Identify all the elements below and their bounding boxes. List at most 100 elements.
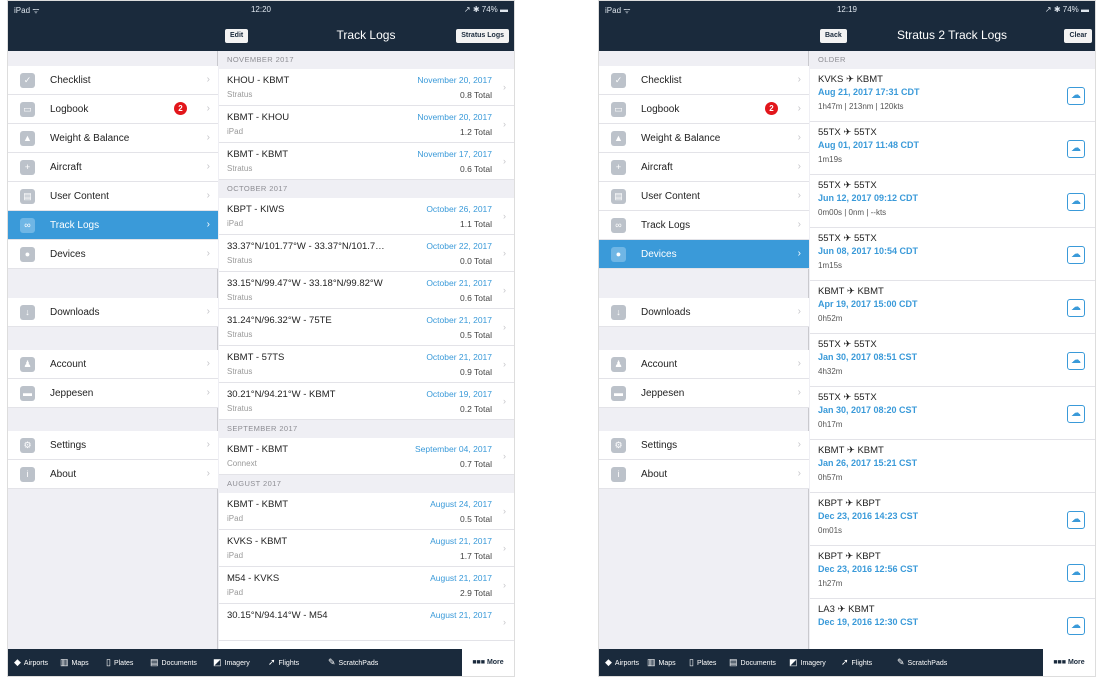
stratus-log-row[interactable]: KBMT ✈ KBMT Jan 26, 2017 15:21 CST 0h57m — [810, 440, 1095, 493]
stratus-log-row[interactable]: 55TX ✈ 55TX Jun 12, 2017 09:12 CDT 0m00s |… — [810, 175, 1095, 228]
chevron-right-icon: › — [503, 248, 506, 258]
log-source: iPad — [227, 588, 244, 597]
track-log-row[interactable]: 31.24°N/96.32°W - 75TE October 21, 2017 St… — [219, 309, 514, 346]
cloud-download-icon[interactable]: ☁ — [1067, 246, 1085, 264]
tab-flights[interactable]: ➚ Flights — [268, 657, 299, 668]
tab-flights[interactable]: ➚ Flights — [841, 657, 872, 668]
stratus-log-row[interactable]: KBMT ✈ KBMT Apr 19, 2017 15:00 CDT 0h52m ☁ — [810, 281, 1095, 334]
log-route: KBMT - KBMT — [227, 499, 289, 510]
stratus-log-row[interactable]: 55TX ✈ 55TX Aug 01, 2017 11:48 CDT 1m19s ☁ — [810, 122, 1095, 175]
log-route: LA3 ✈ KBMT — [818, 604, 875, 615]
track-log-row[interactable]: 30.21°N/94.21°W - KBMT October 19, 2017 St… — [219, 383, 514, 420]
tab-airports[interactable]: ◆ Airports — [605, 657, 639, 668]
track-log-row[interactable]: KVKS - KBMT August 21, 2017 iPad 1.7 Total › — [219, 530, 514, 567]
chevron-right-icon: › — [503, 322, 506, 332]
log-route: 55TX ✈ 55TX — [818, 180, 877, 191]
chevron-right-icon: › — [797, 387, 801, 398]
tab-plates[interactable]: ▯ Plates — [106, 657, 133, 668]
track-log-row[interactable]: KHOU - KBMT November 20, 2017 Stratus 0.8 T… — [219, 69, 514, 106]
cloud-download-icon[interactable]: ☁ — [1067, 193, 1085, 211]
sidebar-item-settings[interactable]: ⚙ Settings › — [599, 431, 809, 460]
sidebar-item-user-content[interactable]: ▤ User Content › — [599, 182, 809, 211]
chevron-right-icon: › — [206, 74, 210, 85]
tab-label: Flights — [851, 660, 873, 667]
track-log-row[interactable]: 30.15°N/94.14°W - M54 August 21, 2017 › — [219, 604, 514, 641]
stratus-log-row[interactable]: 55TX ✈ 55TX Jan 30, 2017 08:20 CST 0h17m ☁ — [810, 387, 1095, 440]
sidebar-item-track-logs[interactable]: ∞ Track Logs › — [8, 211, 218, 240]
log-total: 0.9 Total — [460, 367, 492, 377]
sidebar-item-aircraft[interactable]: + Aircraft › — [8, 153, 218, 182]
track-log-row[interactable]: KBPT - KIWS October 26, 2017 iPad 1.1 Total… — [219, 198, 514, 235]
track-log-row[interactable]: KBMT - 57TS October 21, 2017 Stratus 0.9 To… — [219, 346, 514, 383]
stratus-log-row[interactable]: KBPT ✈ KBPT Dec 23, 2016 12:56 CST 1h27m ☁ — [810, 546, 1095, 599]
sidebar-item-logbook[interactable]: ▭ Logbook 2 › — [8, 95, 218, 124]
chevron-right-icon: › — [797, 132, 801, 143]
log-datetime: Dec 19, 2016 12:30 CST — [818, 617, 919, 627]
tab-maps[interactable]: ▥ Maps — [647, 657, 676, 668]
sidebar-item-track-logs[interactable]: ∞ Track Logs › — [599, 211, 809, 240]
sidebar-item-weight-balance[interactable]: ▲ Weight & Balance › — [599, 124, 809, 153]
sidebar-item-label: Checklist — [641, 75, 682, 86]
sidebar-item-jeppesen[interactable]: ▬ Jeppesen › — [8, 379, 218, 408]
sidebar-item-checklist[interactable]: ✓ Checklist › — [599, 66, 809, 95]
track-log-row[interactable]: KBMT - KBMT August 24, 2017 iPad 0.5 Total › — [219, 493, 514, 530]
sidebar-item-about[interactable]: i About › — [8, 460, 218, 489]
sidebar-item-account[interactable]: ♟ Account › — [8, 350, 218, 379]
track-log-row[interactable]: 33.15°N/99.47°W - 33.18°N/99.82°W October… — [219, 272, 514, 309]
sidebar-item-settings[interactable]: ⚙ Settings › — [8, 431, 218, 460]
tab-scratchpads[interactable]: ✎ ScratchPads — [328, 657, 378, 668]
sidebar-item-weight-balance[interactable]: ▲ Weight & Balance › — [8, 124, 218, 153]
log-source: iPad — [227, 219, 244, 228]
jeppesen-icon: ▬ — [20, 386, 35, 401]
stratus-log-row[interactable]: KVKS ✈ KBMT Aug 21, 2017 17:31 CDT 1h47m |… — [810, 69, 1095, 122]
sidebar-item-devices[interactable]: ● Devices › — [599, 240, 809, 269]
tab-imagery[interactable]: ◩ Imagery — [213, 657, 250, 668]
tab-more[interactable]: ■■■ More — [462, 649, 514, 676]
tab-maps[interactable]: ▥ Maps — [60, 657, 89, 668]
sidebar-item-account[interactable]: ♟ Account › — [599, 350, 809, 379]
tab-scratchpads[interactable]: ✎ ScratchPads — [897, 657, 947, 668]
cloud-download-icon[interactable]: ☁ — [1067, 564, 1085, 582]
sidebar-item-jeppesen[interactable]: ▬ Jeppesen › — [599, 379, 809, 408]
sidebar-item-logbook[interactable]: ▭ Logbook 2 › — [599, 95, 809, 124]
clear-button[interactable]: Clear — [1064, 29, 1092, 43]
sidebar-item-downloads[interactable]: ↓ Downloads › — [599, 298, 809, 327]
track-log-row[interactable]: M54 - KVKS August 21, 2017 iPad 2.9 Total › — [219, 567, 514, 604]
track-log-row[interactable]: KBMT - KHOU November 20, 2017 iPad 1.2 Tota… — [219, 106, 514, 143]
sidebar-item-checklist[interactable]: ✓ Checklist › — [8, 66, 218, 95]
track-log-row[interactable]: KBMT - KBMT November 17, 2017 Stratus 0.6 T… — [219, 143, 514, 180]
cloud-download-icon[interactable]: ☁ — [1067, 511, 1085, 529]
stratus-log-row[interactable]: LA3 ✈ KBMT Dec 19, 2016 12:30 CST ☁ — [810, 599, 1095, 649]
stratus-log-list: OLDER KVKS ✈ KBMT Aug 21, 2017 17:31 CDT 1h… — [810, 51, 1095, 649]
tab-documents[interactable]: ▤ Documents — [150, 657, 197, 668]
cloud-download-icon[interactable]: ☁ — [1067, 352, 1085, 370]
tab-plates[interactable]: ▯ Plates — [689, 657, 716, 668]
track-log-row[interactable]: 33.37°N/101.77°W - 33.37°N/101.7… October… — [219, 235, 514, 272]
cloud-download-icon[interactable]: ☁ — [1067, 140, 1085, 158]
tab-more[interactable]: ■■■ More — [1043, 649, 1095, 676]
stratus-log-row[interactable]: 55TX ✈ 55TX Jun 08, 2017 10:54 CDT 1m15s ☁ — [810, 228, 1095, 281]
cloud-download-icon[interactable]: ☁ — [1067, 405, 1085, 423]
log-date: October 21, 2017 — [424, 278, 492, 288]
aircraft-icon: + — [611, 160, 626, 175]
chevron-right-icon: › — [797, 468, 801, 479]
sidebar-item-downloads[interactable]: ↓ Downloads › — [8, 298, 218, 327]
cloud-download-icon[interactable]: ☁ — [1067, 87, 1085, 105]
tab-documents[interactable]: ▤ Documents — [729, 657, 776, 668]
notification-badge: 2 — [174, 102, 187, 115]
sidebar-item-devices[interactable]: ● Devices › — [8, 240, 218, 269]
downloads-icon: ↓ — [20, 305, 35, 320]
stratus-logs-button[interactable]: Stratus Logs — [456, 29, 509, 43]
sidebar-item-aircraft[interactable]: + Aircraft › — [599, 153, 809, 182]
tab-imagery[interactable]: ◩ Imagery — [789, 657, 826, 668]
tab-label: ScratchPads — [338, 660, 379, 667]
sidebar-item-about[interactable]: i About › — [599, 460, 809, 489]
tab-airports[interactable]: ◆ Airports — [14, 657, 48, 668]
cloud-download-icon[interactable]: ☁ — [1067, 299, 1085, 317]
stratus-log-row[interactable]: KBPT ✈ KBPT Dec 23, 2016 14:23 CST 0m01s ☁ — [810, 493, 1095, 546]
stratus-log-row[interactable]: 55TX ✈ 55TX Jan 30, 2017 08:51 CST 4h32m ☁ — [810, 334, 1095, 387]
track-log-row[interactable]: KBMT - KBMT September 04, 2017 Connext 0.7 … — [219, 438, 514, 475]
log-route: 33.15°N/99.47°W - 33.18°N/99.82°W — [227, 278, 383, 289]
cloud-download-icon[interactable]: ☁ — [1067, 617, 1085, 635]
sidebar-item-user-content[interactable]: ▤ User Content › — [8, 182, 218, 211]
